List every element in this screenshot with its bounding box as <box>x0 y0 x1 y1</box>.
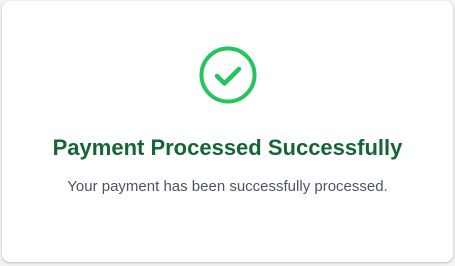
success-message: Your payment has been successfully proce… <box>67 178 388 195</box>
success-card: Payment Processed Successfully Your paym… <box>2 1 453 262</box>
success-title: Payment Processed Successfully <box>52 135 403 160</box>
check-circle-icon <box>198 45 258 105</box>
